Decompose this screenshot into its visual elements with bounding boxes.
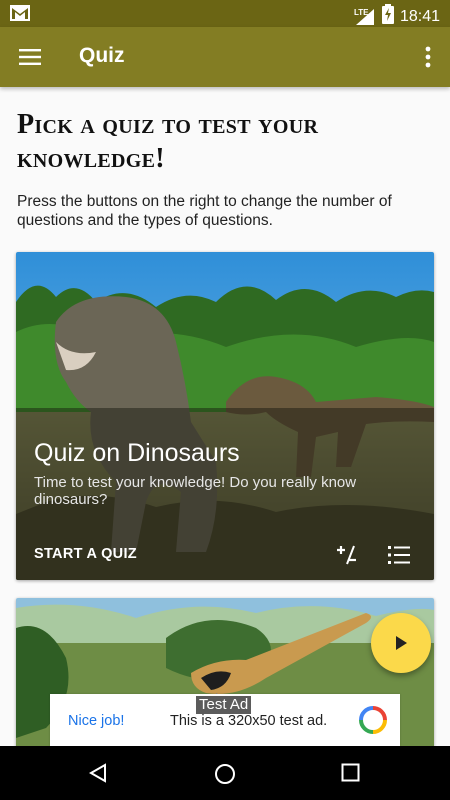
ad-choices-icon[interactable]	[359, 706, 387, 734]
plus-minus-icon[interactable]	[334, 543, 358, 567]
card-title: Quiz on Dinosaurs	[34, 439, 240, 467]
start-quiz-button[interactable]: START A QUIZ	[34, 546, 137, 562]
signal-icon: LTE	[354, 8, 376, 26]
ad-cta[interactable]: Nice job!	[68, 713, 124, 729]
home-icon[interactable]	[214, 763, 236, 790]
more-vert-icon[interactable]	[422, 45, 434, 69]
gmail-icon	[10, 5, 30, 26]
test-ad-badge: Test Ad	[196, 696, 252, 714]
menu-icon[interactable]	[18, 45, 42, 69]
page-heading: Pick a quiz to test your knowledge!	[17, 109, 319, 174]
battery-icon	[381, 4, 394, 29]
status-bar: LTE 18:41	[0, 0, 450, 27]
back-icon[interactable]	[88, 763, 108, 788]
card-subtitle: Time to test your knowledge! Do you real…	[34, 474, 357, 508]
quiz-card-dinosaurs[interactable]: Quiz on Dinosaurs Time to test your know…	[16, 252, 434, 580]
app-title: Quiz	[79, 44, 125, 67]
play-icon	[396, 636, 407, 650]
network-type: LTE	[353, 7, 369, 17]
play-fab[interactable]	[371, 613, 431, 673]
clock: 18:41	[399, 7, 440, 25]
ad-text: This is a 320x50 test ad.	[170, 713, 328, 729]
nav-bar	[0, 746, 450, 800]
recents-icon[interactable]	[341, 763, 360, 787]
list-icon[interactable]	[387, 543, 411, 567]
page-description: Press the buttons on the right to change…	[17, 193, 392, 229]
app-bar: Quiz	[0, 27, 450, 87]
